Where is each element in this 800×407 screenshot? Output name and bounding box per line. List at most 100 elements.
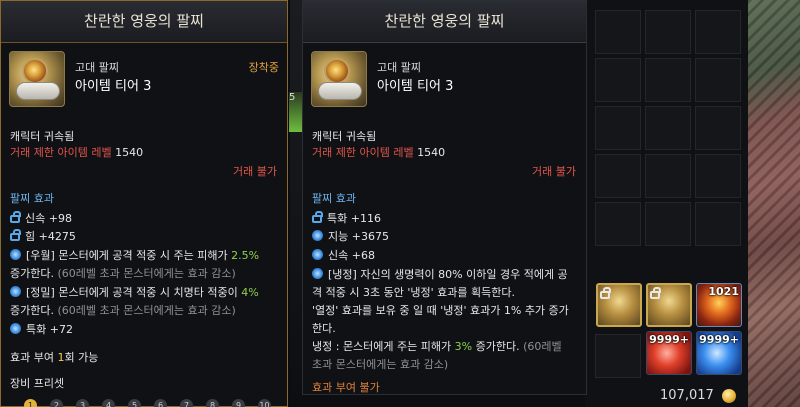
inventory-slot[interactable] [695,10,741,54]
item-grade: 고대 팔찌 [377,61,421,74]
fire-gem-slot[interactable]: 1021 [696,283,742,327]
tooltip-title: 찬란한 영웅의 팔찌 [303,1,586,43]
trade-level-line: 거래 제한 아이템 레벨 1540 [312,144,445,160]
ruby-gem-slot[interactable]: 9999+ [646,331,692,375]
cold-suffix: 증가한다. [475,340,520,353]
preset-header: 장비 프리셋 [10,377,65,390]
effect-tag: [정밀] [26,286,55,299]
trade-status: 거래 불가 [233,165,277,178]
inventory-slot[interactable] [595,202,641,246]
lock-icon [600,287,611,299]
bound-text: 캐릭터 귀속됨 [10,130,75,143]
inventory-slot[interactable] [645,154,691,198]
effect-tail: 증가한다. [10,267,54,280]
effect-gem-icon [312,230,323,241]
effect-text: 몬스터에게 공격 적중 시 주는 피해가 [58,249,228,262]
grant-status: 효과 부여 불가 [312,381,380,394]
stack-count: 1021 [708,285,739,298]
bracelet-icon [9,51,65,107]
preset-2[interactable]: 2 [50,399,63,407]
effect-tag: [우월] [26,249,55,262]
inventory-slot[interactable] [595,334,641,378]
special-effect: [냉정] 자신의 생명력이 80% 이하일 경우 적에게 공 [312,266,568,282]
item-header: 고대 팔찌 아이템 티어 3 [311,51,581,117]
preset-3[interactable]: 3 [76,399,89,407]
effect-value: 4% [241,286,259,299]
trade-level-label: 거래 제한 아이템 레벨 [10,146,112,159]
stack-count: 9999+ [649,333,689,346]
effect-header: 팔찌 효과 [10,192,54,205]
lock-icon [10,229,21,241]
preset-8[interactable]: 8 [206,399,219,407]
world-scenery [748,0,800,407]
inventory-slot[interactable] [595,154,641,198]
effect-text: 몬스터에게 공격 적중 시 치명타 적중이 [58,286,238,299]
special-effect-1: [우월] 몬스터에게 공격 적중 시 주는 피해가 2.5% [10,247,259,263]
stat-line: 특화 +116 [312,210,381,226]
cold-note: (60레벨 [523,340,562,353]
preset-7[interactable]: 7 [180,399,193,407]
item-grade: 고대 팔찌 [75,61,119,74]
gutter-background [290,0,302,407]
preset-4[interactable]: 4 [102,399,115,407]
stat-line: 신속 +68 [312,247,375,263]
inventory-slot[interactable] [645,106,691,150]
stat-label: 신속 +98 [25,212,72,225]
special-effect-3: 특화 +72 [10,321,73,337]
stat-line: 지능 +3675 [312,228,389,244]
gold-coin-icon [722,389,736,403]
equipped-item-tooltip: 찬란한 영웅의 팔찌 고대 팔찌 아이템 티어 3 장착중 캐릭터 귀속됨 거래… [0,0,288,407]
preset-1[interactable]: 1 [24,399,37,407]
cold-prefix: 냉정 : 몬스터에게 주는 피해가 [312,340,452,353]
inventory-slot[interactable] [695,154,741,198]
effect-text: 자신의 생명력이 80% 이하일 경우 적에게 공 [360,268,568,281]
special-effect-line: 격 적중 시 3초 동안 '냉정' 효과를 획득한다. [312,286,515,299]
bracelet-item-slot[interactable] [596,283,642,327]
preset-6[interactable]: 6 [154,399,167,407]
trade-status: 거래 불가 [532,165,576,178]
effect-tag: [냉정] [328,268,357,281]
special-effect-2-tail: 증가한다. (60레벨 초과 몬스터에게는 효과 감소) [10,302,236,318]
preset-5[interactable]: 5 [128,399,141,407]
lock-icon [312,211,323,223]
stack-count: 9999+ [699,333,739,346]
effect-value: 2.5% [231,249,260,262]
preset-9[interactable]: 9 [232,399,245,407]
hidden-slot-fragment: 5 [289,92,302,132]
inventory-slot[interactable] [645,202,691,246]
bound-text: 캐릭터 귀속됨 [312,130,377,143]
effect-tail: 증가한다. [10,304,54,317]
compare-item-tooltip: 찬란한 영웅의 팔찌 고대 팔찌 아이템 티어 3 캐릭터 귀속됨 거래 제한 … [302,0,587,395]
fragment-text: 5 [289,92,296,103]
preset-10[interactable]: 10 [258,399,271,407]
inventory-slot[interactable] [595,10,641,54]
sapphire-gem-slot[interactable]: 9999+ [696,331,742,375]
stat-label: 신속 +68 [328,249,375,262]
trade-level-value: 1540 [115,146,144,159]
effect-gem-icon [312,268,323,279]
inventory-slot[interactable] [645,58,691,102]
item-tier: 아이템 티어 3 [377,79,454,94]
lock-icon [650,287,661,299]
effect-note: (60레벨 초과 몬스터에게는 효과 감소) [57,304,236,317]
stat-label: 힘 +4275 [25,230,76,243]
special-effect-line: '열정' 효과를 보유 중 일 때 '냉정' 효과가 1% 추가 증가 [312,304,569,317]
inventory-slot[interactable] [695,106,741,150]
cold-value: 3% [454,340,473,353]
stat-label: 지능 +3675 [328,230,389,243]
cold-effect-line: 냉정 : 몬스터에게 주는 피해가 3% 증가한다. (60레벨 [312,338,562,354]
inventory-slot[interactable] [695,202,741,246]
effect-header: 팔찌 효과 [312,192,356,205]
equipped-badge: 장착중 [248,61,279,74]
inventory-slot[interactable] [595,106,641,150]
inventory-slot[interactable] [645,10,691,54]
bracelet-item-slot[interactable] [646,283,692,327]
special-effect-2: [정밀] 몬스터에게 공격 적중 시 치명타 적중이 4% [10,284,259,300]
bracelet-icon [311,51,367,107]
grant-suffix: 회 가능 [64,351,99,364]
grant-prefix: 효과 부여 [10,351,54,364]
trade-level-label: 거래 제한 아이템 레벨 [312,146,414,159]
inventory-slot[interactable] [695,58,741,102]
inventory-slot[interactable] [595,58,641,102]
stat-line: 힘 +4275 [10,228,76,244]
